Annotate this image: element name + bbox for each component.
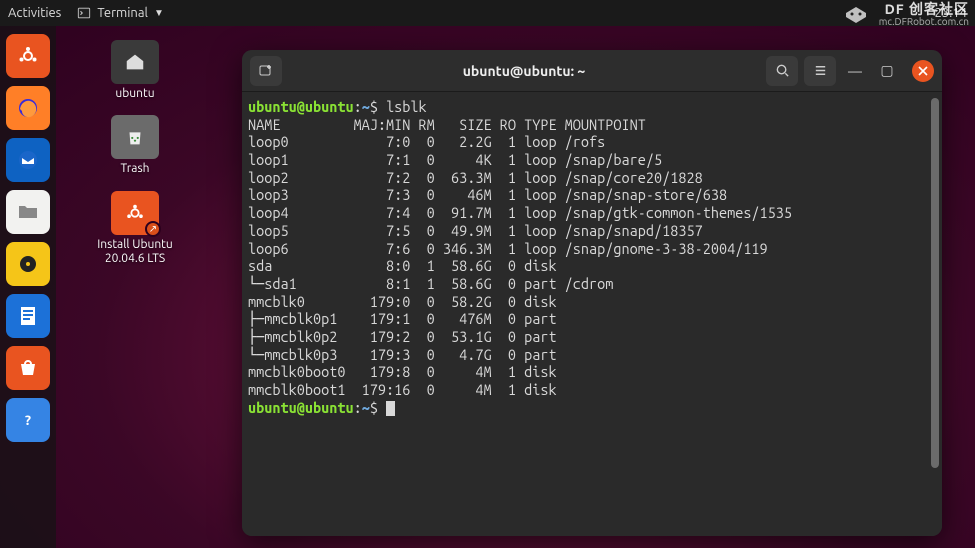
close-button[interactable]	[912, 60, 934, 82]
hamburger-menu-button[interactable]	[804, 56, 836, 86]
trash-icon	[111, 115, 159, 159]
dfrobot-logo-icon	[841, 4, 871, 26]
ubuntu-software-icon[interactable]	[6, 346, 50, 390]
watermark-brand: DF 创客社区	[879, 2, 969, 17]
terminal-window: ubuntu@ubuntu: ~ — ▢ ubuntu@ubuntu:~$ ls…	[242, 50, 942, 536]
activities-button[interactable]: Activities	[8, 6, 61, 20]
help-icon[interactable]: ?	[6, 398, 50, 442]
svg-text:?: ?	[25, 412, 31, 428]
terminal-icon	[77, 6, 91, 20]
close-icon	[918, 66, 928, 76]
window-title: ubuntu@ubuntu: ~	[290, 63, 758, 79]
install-ubuntu-icon: ↗	[111, 191, 159, 235]
watermark-sub: mc.DFRobot.com.cn	[879, 17, 969, 28]
command-1: lsblk	[386, 98, 427, 115]
rhythmbox-icon[interactable]	[6, 242, 50, 286]
libreoffice-writer-icon[interactable]	[6, 294, 50, 338]
firefox-icon[interactable]	[6, 86, 50, 130]
lsblk-output: loop0 7:0 0 2.2G 1 loop /rofs loop1 7:1 …	[248, 133, 932, 398]
app-menu-label: Terminal	[97, 6, 148, 20]
search-button[interactable]	[766, 56, 798, 86]
desktop-icons: ubuntu Trash ↗ Install Ubuntu 20.04.6 LT…	[80, 40, 190, 267]
prompt-user: ubuntu@ubuntu	[248, 98, 354, 115]
terminal-body[interactable]: ubuntu@ubuntu:~$ lsblk NAME MAJ:MIN RM S…	[242, 92, 942, 536]
chevron-down-icon: ▼	[154, 7, 164, 19]
prompt-path: ~	[362, 98, 370, 115]
trash[interactable]: Trash	[80, 115, 190, 176]
watermark: DF 创客社区 mc.DFRobot.com.cn	[841, 2, 969, 27]
hamburger-icon	[813, 63, 828, 78]
files-icon[interactable]	[6, 190, 50, 234]
minimize-button[interactable]: —	[842, 63, 868, 79]
thunderbird-icon[interactable]	[6, 138, 50, 182]
new-tab-button[interactable]	[250, 56, 282, 86]
install-ubuntu-label: Install Ubuntu 20.04.6 LTS	[80, 238, 190, 267]
ubuntu-logo-icon[interactable]	[6, 34, 50, 78]
dock: ?	[0, 26, 56, 548]
scrollbar[interactable]	[931, 98, 939, 468]
install-ubuntu[interactable]: ↗ Install Ubuntu 20.04.6 LTS	[80, 191, 190, 267]
lsblk-header: NAME MAJ:MIN RM SIZE RO TYPE MOUNTPOINT	[248, 116, 932, 134]
titlebar[interactable]: ubuntu@ubuntu: ~ — ▢	[242, 50, 942, 92]
shortcut-badge-icon: ↗	[145, 221, 161, 237]
prompt-line-1: ubuntu@ubuntu:~$ lsblk	[248, 98, 932, 116]
trash-label: Trash	[120, 162, 149, 176]
maximize-button[interactable]: ▢	[874, 62, 900, 79]
home-icon	[111, 40, 159, 84]
new-tab-icon	[258, 63, 274, 79]
top-panel: Activities Terminal ▼ 23:14	[0, 0, 975, 26]
cursor	[386, 401, 395, 416]
search-icon	[775, 63, 790, 78]
app-menu-terminal[interactable]: Terminal ▼	[77, 6, 164, 20]
home-folder[interactable]: ubuntu	[80, 40, 190, 101]
home-folder-label: ubuntu	[115, 87, 154, 101]
prompt-line-2: ubuntu@ubuntu:~$	[248, 399, 932, 417]
